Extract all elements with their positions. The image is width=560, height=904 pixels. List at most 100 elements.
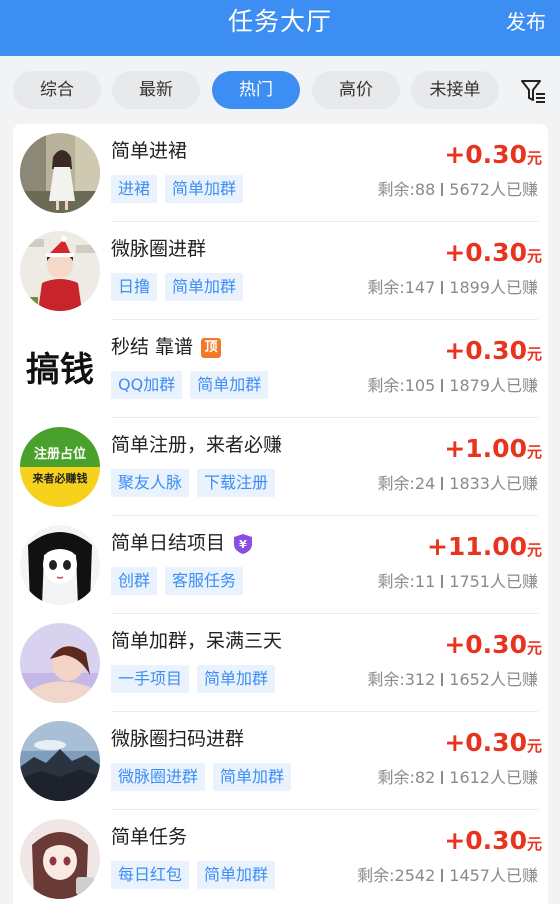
- task-item[interactable]: 微脉圈进群 +0.30元 日撸 简单加群 剩余:147 1899人已赚: [13, 222, 548, 320]
- tab-hot[interactable]: 热门: [212, 71, 300, 109]
- reward-unit: 元: [526, 443, 542, 461]
- divider: [441, 771, 444, 784]
- remaining-count: 剩余:105: [367, 376, 436, 395]
- filter-sort-icon[interactable]: [520, 78, 546, 104]
- earned-count: 1652人已赚: [449, 670, 538, 689]
- task-tag: 一手项目: [111, 665, 190, 693]
- task-tag: 日撸: [111, 273, 158, 301]
- task-reward: +0.30元: [444, 728, 542, 761]
- divider: [441, 673, 444, 686]
- task-tag: 每日红包: [111, 861, 190, 889]
- task-item[interactable]: 搞钱 秒结 靠谱顶 +0.30元 QQ加群 简单加群 剩余:105 1879人已赚: [13, 320, 548, 418]
- task-title: 简单任务: [111, 826, 188, 848]
- task-tags: 微脉圈进群 简单加群: [111, 763, 299, 791]
- task-tag: 进裙: [111, 175, 158, 203]
- task-tags: 进裙 简单加群: [111, 175, 251, 203]
- reward-unit: 元: [526, 345, 542, 363]
- publish-button[interactable]: 发布: [506, 8, 546, 36]
- svg-text:¥: ¥: [239, 538, 247, 551]
- task-stats: 剩余:147 1899人已赚: [367, 277, 538, 299]
- task-tag: 简单加群: [190, 371, 269, 399]
- task-reward: +0.30元: [444, 336, 542, 369]
- avatar-text: 注册占位: [34, 446, 86, 462]
- tab-unaccepted[interactable]: 未接单: [411, 71, 499, 109]
- task-title: 简单日结项目 ¥: [111, 530, 253, 556]
- task-tags: QQ加群 简单加群: [111, 371, 276, 399]
- task-tags: 创群 客服任务: [111, 567, 251, 595]
- task-tags: 每日红包 简单加群: [111, 861, 283, 889]
- task-stats: 剩余:88 5672人已赚: [378, 179, 539, 201]
- task-tags: 日撸 简单加群: [111, 273, 251, 301]
- avatar: [20, 525, 100, 605]
- reward-unit: 元: [526, 737, 542, 755]
- avatar: [20, 231, 100, 311]
- tab-newest[interactable]: 最新: [112, 71, 200, 109]
- earned-count: 5672人已赚: [449, 180, 538, 199]
- remaining-count: 剩余:24: [377, 474, 436, 493]
- avatar: [20, 721, 100, 801]
- task-reward: +0.30元: [444, 238, 542, 271]
- reward-amount: +0.30: [444, 630, 527, 659]
- task-stats: 剩余:2542 1457人已赚: [357, 865, 538, 887]
- task-title: 简单加群，呆满三天: [111, 630, 283, 652]
- reward-amount: +0.30: [444, 140, 527, 169]
- task-item[interactable]: 简单加群，呆满三天 +0.30元 一手项目 简单加群 剩余:312 1652人已赚: [13, 614, 548, 712]
- remaining-count: 剩余:2542: [357, 866, 436, 885]
- reward-amount: +11.00: [426, 532, 527, 561]
- earned-count: 1457人已赚: [449, 866, 538, 885]
- task-tag: 聚友人脉: [111, 469, 190, 497]
- task-item[interactable]: 简单任务 +0.30元 每日红包 简单加群 剩余:2542 1457人已赚: [13, 810, 548, 904]
- reward-amount: +0.30: [444, 336, 527, 365]
- avatar: [20, 819, 100, 899]
- remaining-count: 剩余:147: [367, 278, 436, 297]
- reward-unit: 元: [526, 835, 542, 853]
- tab-comprehensive[interactable]: 综合: [13, 71, 101, 109]
- task-tag: 简单加群: [165, 273, 244, 301]
- reward-unit: 元: [526, 247, 542, 265]
- task-item[interactable]: 简单日结项目 ¥ +11.00元 创群 客服任务 剩余:11 1751人已赚: [13, 516, 548, 614]
- task-title-text: 简单日结项目: [111, 532, 226, 554]
- task-tag: 简单加群: [197, 861, 276, 889]
- task-item[interactable]: 简单进裙 +0.30元 进裙 简单加群 剩余:88 5672人已赚: [13, 124, 548, 222]
- task-title: 微脉圈进群: [111, 238, 207, 260]
- task-stats: 剩余:82 1612人已赚: [378, 767, 539, 789]
- divider: [441, 379, 444, 392]
- task-title-text: 秒结 靠谱: [111, 336, 194, 358]
- task-title: 秒结 靠谱顶: [111, 334, 222, 360]
- reward-amount: +0.30: [444, 728, 527, 757]
- task-stats: 剩余:24 1833人已赚: [378, 473, 539, 495]
- earned-count: 1899人已赚: [449, 278, 538, 297]
- top-badge: 顶: [201, 337, 222, 358]
- remaining-count: 剩余:88: [377, 180, 436, 199]
- task-tag: 客服任务: [165, 567, 244, 595]
- task-stats: 剩余:105 1879人已赚: [367, 375, 538, 397]
- task-reward: +11.00元: [427, 532, 542, 565]
- avatar: 搞钱: [20, 329, 100, 409]
- task-tag: 微脉圈进群: [111, 763, 206, 791]
- task-stats: 剩余:312 1652人已赚: [367, 669, 538, 691]
- reward-unit: 元: [526, 639, 542, 657]
- reward-unit: 元: [526, 149, 542, 167]
- page-title: 任务大厅: [227, 7, 332, 36]
- reward-unit: 元: [526, 541, 542, 559]
- avatar-text: 来者必赚钱: [32, 471, 88, 485]
- task-tag: 简单加群: [213, 763, 292, 791]
- task-reward: +1.00元: [444, 434, 542, 467]
- task-tags: 一手项目 简单加群: [111, 665, 283, 693]
- task-reward: +0.30元: [444, 630, 542, 663]
- avatar: [20, 623, 100, 703]
- task-title: 简单进裙: [111, 140, 188, 162]
- remaining-count: 剩余:82: [377, 768, 436, 787]
- divider: [441, 183, 444, 196]
- app-header: 任务大厅 发布: [0, 0, 560, 56]
- remaining-count: 剩余:312: [367, 670, 436, 689]
- reward-amount: +0.30: [444, 826, 527, 855]
- earned-count: 1751人已赚: [449, 572, 538, 591]
- task-tag: 创群: [111, 567, 158, 595]
- task-item[interactable]: 微脉圈扫码进群 +0.30元 微脉圈进群 简单加群 剩余:82 1612人已赚: [13, 712, 548, 810]
- task-tag: 下载注册: [197, 469, 276, 497]
- filter-tabs: 综合 最新 热门 高价 未接单: [0, 56, 560, 122]
- tab-high-price[interactable]: 高价: [312, 71, 400, 109]
- task-item[interactable]: 注册占位 来者必赚钱 简单注册，来者必赚 +1.00元 聚友人脉 下载注册 剩余:…: [13, 418, 548, 516]
- vip-shield-icon: ¥: [234, 533, 253, 554]
